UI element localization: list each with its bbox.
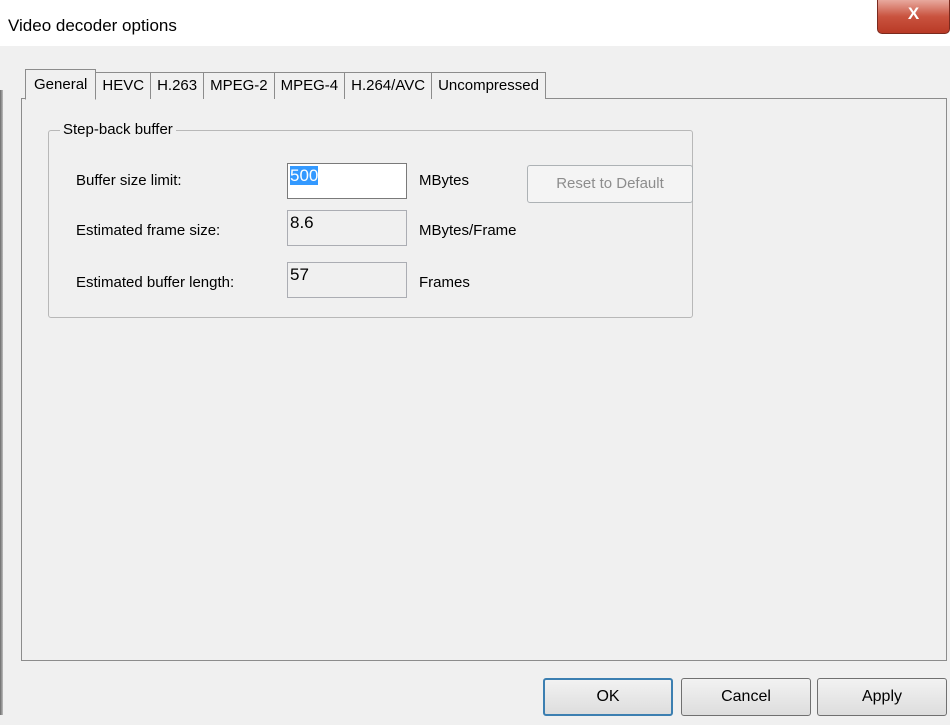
buffer-length-unit: Frames (419, 274, 470, 291)
cancel-button[interactable]: Cancel (681, 678, 811, 716)
tab-general[interactable]: General (25, 69, 97, 100)
tab-mpeg4[interactable]: MPEG-4 (273, 72, 346, 99)
tab-hevc[interactable]: HEVC (95, 72, 152, 99)
tab-uncompressed[interactable]: Uncompressed (431, 72, 546, 99)
frame-size-field: 8.6 (287, 210, 407, 246)
buffer-length-field: 57 (287, 262, 407, 298)
ok-button[interactable]: OK (543, 678, 673, 716)
frame-size-unit: MBytes/Frame (419, 222, 517, 239)
window-edge (0, 90, 3, 715)
tab-h264-avc[interactable]: H.264/AVC (344, 72, 433, 99)
close-button[interactable]: X (877, 0, 950, 34)
buffer-size-input[interactable]: 500 (287, 163, 407, 199)
apply-button[interactable]: Apply (817, 678, 947, 716)
reset-to-default-button[interactable]: Reset to Default (527, 165, 693, 203)
tab-h263[interactable]: H.263 (150, 72, 205, 99)
buffer-size-value: 500 (290, 166, 319, 185)
title-bar: Video decoder options X (0, 0, 950, 46)
buffer-size-unit: MBytes (419, 172, 470, 189)
tab-mpeg2[interactable]: MPEG-2 (203, 72, 275, 99)
group-title: Step-back buffer (60, 121, 176, 138)
tab-panel-general: Step-back buffer Buffer size limit: 500 … (21, 98, 947, 661)
close-icon: X (907, 4, 920, 23)
step-back-buffer-group: Step-back buffer Buffer size limit: 500 … (48, 121, 693, 318)
tab-strip: General HEVC H.263 MPEG-2 MPEG-4 H.264/A… (25, 68, 546, 100)
frame-size-label: Estimated frame size: (76, 222, 221, 239)
buffer-length-label: Estimated buffer length: (76, 274, 235, 291)
video-decoder-options-dialog: Video decoder options X Step-back buffer… (0, 0, 950, 725)
buffer-size-label: Buffer size limit: (76, 172, 182, 189)
window-title: Video decoder options (8, 16, 177, 35)
